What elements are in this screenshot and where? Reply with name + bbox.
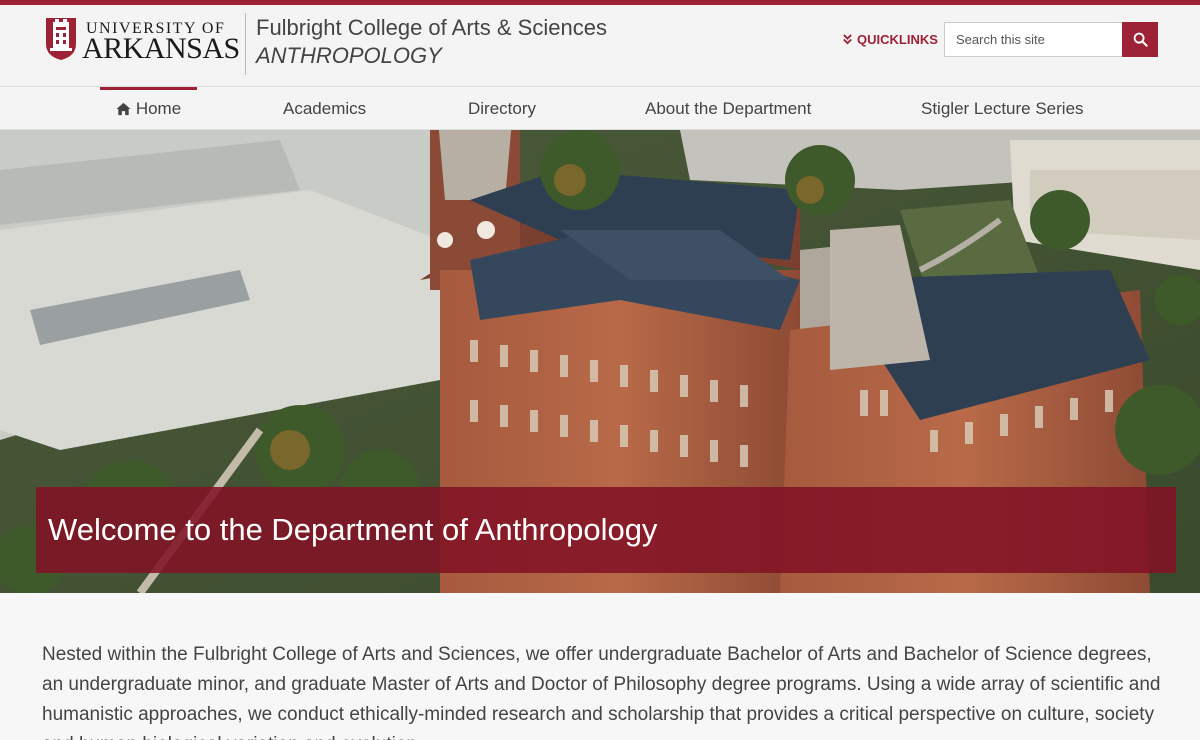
hero-section: Welcome to the Department of Anthropolog… <box>0 130 1200 593</box>
nav-item-label: About the Department <box>645 98 812 118</box>
quicklinks-label: QUICKLINKS <box>857 32 938 47</box>
college-name[interactable]: Fulbright College of Arts & Sciences <box>256 15 607 41</box>
nav-item-label: Home <box>135 98 182 118</box>
old-main-seal-icon <box>46 18 76 60</box>
double-chevron-down-icon <box>843 34 852 45</box>
nav-item-label: Academics <box>283 98 367 118</box>
search-button[interactable] <box>1122 22 1158 57</box>
main-navigation: Home Academics Directory About the Depar… <box>0 87 1200 130</box>
search-input[interactable] <box>944 22 1122 57</box>
nav-item-stigler-lecture[interactable]: Stigler Lecture Series <box>921 87 1084 130</box>
nav-item-academics[interactable]: Academics <box>283 87 366 130</box>
site-header: UNIVERSITY OF ARKANSAS Fulbright College… <box>0 5 1200 87</box>
nav-item-label: Directory <box>468 98 537 118</box>
department-name[interactable]: ANTHROPOLOGY <box>256 43 442 69</box>
university-word-bottom: ARKANSAS <box>82 32 240 65</box>
nav-item-home[interactable]: Home <box>100 87 197 130</box>
university-logo[interactable]: UNIVERSITY OF ARKANSAS <box>44 14 240 65</box>
nav-item-directory[interactable]: Directory <box>468 87 536 130</box>
intro-paragraph: Nested within the Fulbright College of A… <box>42 644 1161 740</box>
site-search <box>944 22 1158 57</box>
home-icon <box>116 102 131 115</box>
header-divider <box>245 13 246 75</box>
search-icon <box>1133 32 1148 47</box>
nav-item-label: Stigler Lecture Series <box>921 98 1084 118</box>
hero-title: Welcome to the Department of Anthropolog… <box>48 512 658 547</box>
hero-banner: Welcome to the Department of Anthropolog… <box>36 487 1176 573</box>
quicklinks-button[interactable]: QUICKLINKS <box>842 32 938 47</box>
nav-item-about[interactable]: About the Department <box>645 87 811 130</box>
